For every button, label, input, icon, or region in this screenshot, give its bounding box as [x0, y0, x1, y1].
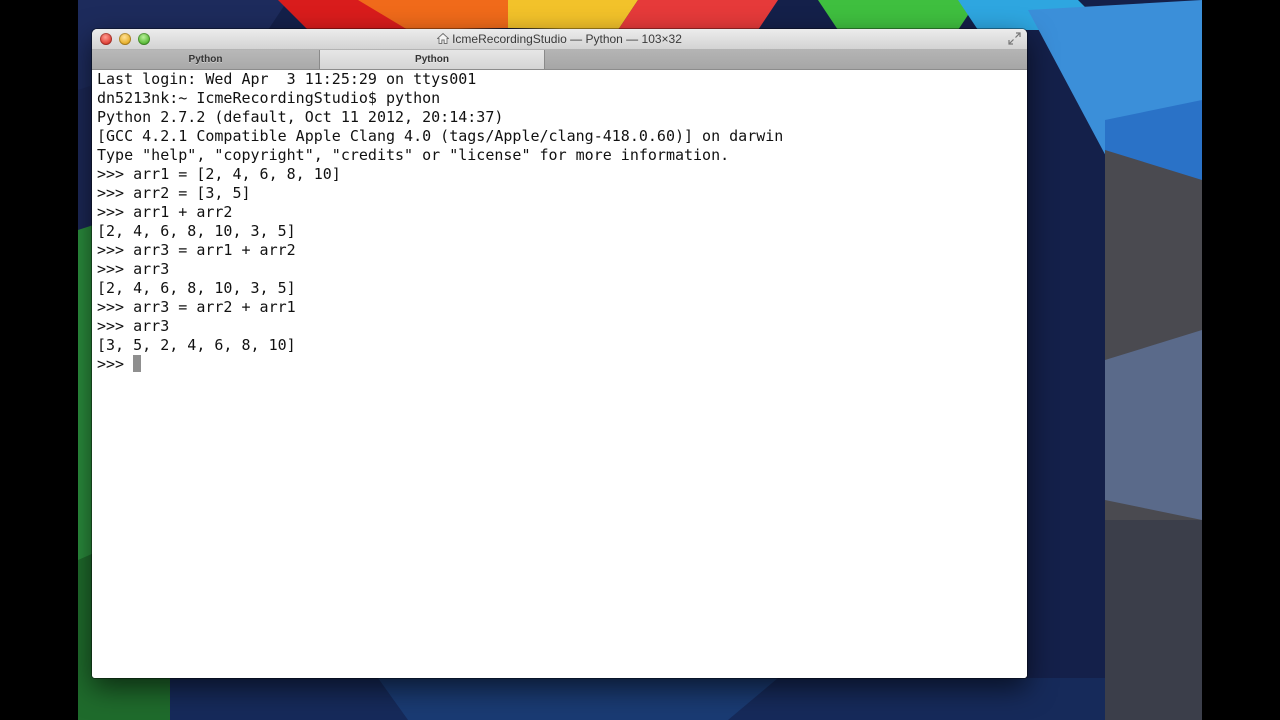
- terminal-line: [2, 4, 6, 8, 10, 3, 5]: [97, 222, 296, 240]
- terminal-line: dn5213nk:~ IcmeRecordingStudio$ python: [97, 89, 441, 107]
- terminal-line: Python 2.7.2 (default, Oct 11 2012, 20:1…: [97, 108, 504, 126]
- title-bar[interactable]: IcmeRecordingStudio — Python — 103×32: [92, 29, 1027, 50]
- tab-python-2[interactable]: Python: [319, 50, 545, 69]
- terminal-window: IcmeRecordingStudio — Python — 103×32 Py…: [92, 29, 1027, 678]
- terminal-line: >>> arr3 = arr1 + arr2: [97, 241, 296, 259]
- terminal-line: [2, 4, 6, 8, 10, 3, 5]: [97, 279, 296, 297]
- screen: IcmeRecordingStudio — Python — 103×32 Py…: [0, 0, 1280, 720]
- window-title-area: IcmeRecordingStudio — Python — 103×32: [92, 32, 1027, 46]
- terminal-line: [GCC 4.2.1 Compatible Apple Clang 4.0 (t…: [97, 127, 784, 145]
- terminal-line: Type "help", "copyright", "credits" or "…: [97, 146, 730, 164]
- terminal-line: [3, 5, 2, 4, 6, 8, 10]: [97, 336, 296, 354]
- text-cursor: [133, 355, 142, 372]
- terminal-line: Last login: Wed Apr 3 11:25:29 on ttys00…: [97, 70, 477, 88]
- python-prompt: >>>: [97, 355, 134, 373]
- terminal-line: >>> arr1 = [2, 4, 6, 8, 10]: [97, 165, 341, 183]
- terminal-line: >>> arr3 = arr2 + arr1: [97, 298, 296, 316]
- terminal-line: >>> arr1 + arr2: [97, 203, 233, 221]
- terminal-line: >>> arr2 = [3, 5]: [97, 184, 251, 202]
- terminal-content[interactable]: Last login: Wed Apr 3 11:25:29 on ttys00…: [92, 70, 1027, 678]
- fullscreen-icon[interactable]: [1008, 32, 1021, 45]
- window-title: IcmeRecordingStudio — Python — 103×32: [452, 32, 682, 46]
- terminal-line: >>> arr3: [97, 260, 170, 278]
- home-folder-icon: [437, 33, 450, 44]
- terminal-prompt-line[interactable]: >>>: [97, 355, 783, 374]
- tab-bar: Python Python: [92, 50, 1027, 70]
- terminal-output: Last login: Wed Apr 3 11:25:29 on ttys00…: [97, 70, 783, 374]
- terminal-line: >>> arr3: [97, 317, 170, 335]
- tab-python-1[interactable]: Python: [92, 50, 320, 69]
